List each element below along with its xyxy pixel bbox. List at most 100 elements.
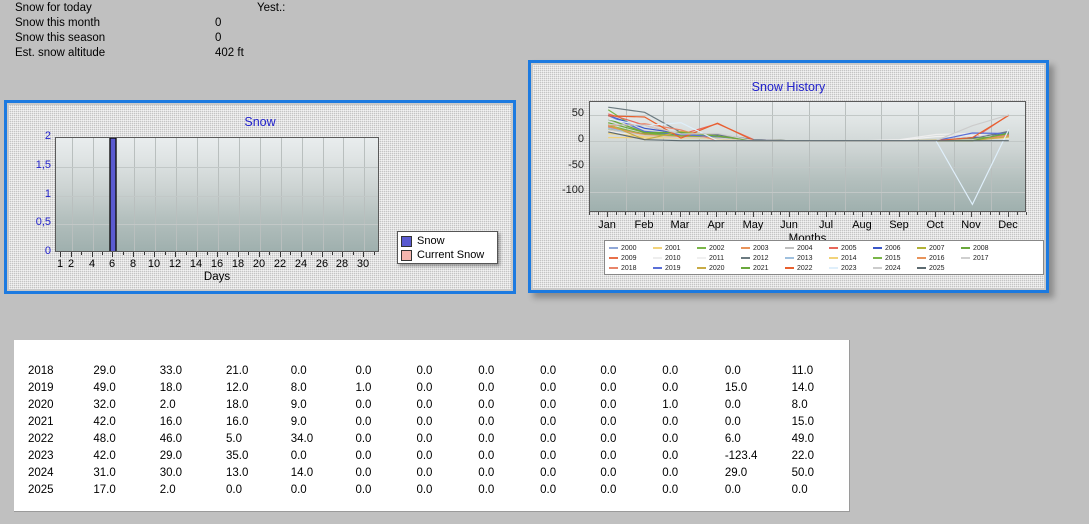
history-legend-label: 2020 (709, 264, 725, 272)
history-x-tick: Mar (670, 219, 690, 231)
table-cell-year: 2025 (28, 483, 54, 496)
history-legend-label: 2015 (885, 254, 901, 262)
table-cell-value: 0.0 (355, 398, 372, 411)
history-legend-item: 2019 (653, 263, 697, 273)
summary-value: 0 (215, 32, 222, 44)
history-legend-label: 2006 (885, 244, 901, 252)
history-legend-item: 2017 (961, 253, 1005, 263)
history-x-tick: Sep (889, 219, 909, 231)
table-cell-value: 2.0 (159, 398, 176, 411)
table-cell-value: 0.0 (478, 483, 495, 496)
legend-dash-icon (961, 257, 970, 259)
table-cell-year: 2021 (28, 415, 54, 428)
history-x-tick: Feb (634, 219, 654, 231)
table-row[interactable]: 2022 48.0 46.0 5.0 34.0 0.0 0.0 0.0 0.0 0.0 0.0 6.0… (14, 430, 850, 447)
table-cell-value: 42.0 (93, 449, 116, 462)
history-legend-item: 2013 (785, 253, 829, 263)
table-cell-value: 0.0 (662, 381, 679, 394)
history-legend-label: 2021 (753, 264, 769, 272)
history-y-tick: 50 (571, 107, 584, 119)
table-cell-value: 13.0 (226, 466, 249, 479)
history-legend-label: 2024 (885, 264, 901, 272)
legend-dash-icon (785, 247, 794, 249)
history-legend-label: 2002 (709, 244, 725, 252)
table-cell-value: 16.0 (226, 415, 249, 428)
table-cell-value: 0.0 (355, 432, 372, 445)
snow-summary-block: Snow for today Yest.: Snow this month 0 Snow… (0, 0, 560, 62)
table-row[interactable]: 2020 32.0 2.0 18.0 9.0 0.0 0.0 0.0 0.0 0.0 1.0 0.0 8… (14, 396, 850, 413)
legend-dash-icon (785, 257, 794, 259)
table-cell-value: 29.0 (724, 466, 748, 479)
snow-chart-panel: Snow 0 0,5 1 1,5 2 1 2 4 6 8 10 12 14 16 18 20 22 24 26 28… (4, 100, 516, 294)
table-cell-value: 29.0 (93, 364, 116, 377)
table-cell-value: 0.0 (662, 449, 679, 462)
snow-y-tick: 1 (44, 188, 51, 200)
history-x-tick: Jun (780, 219, 798, 231)
table-cell-value: 9.0 (290, 398, 307, 411)
legend-dash-icon (829, 257, 838, 259)
history-y-tick: 0 (577, 133, 584, 145)
table-cell-value: 0.0 (355, 483, 372, 496)
table-cell-value: 0.0 (478, 398, 495, 411)
table-cell-year: 2023 (28, 449, 54, 462)
table-cell-value: 0.0 (662, 432, 679, 445)
history-x-tick: May (742, 219, 764, 231)
table-row[interactable]: 2019 49.0 18.0 12.0 8.0 1.0 0.0 0.0 0.0 0.0 0.0 15.… (14, 379, 850, 396)
table-cell-value: 0.0 (416, 364, 433, 377)
table-cell-value: 8.0 (791, 398, 808, 411)
legend-dash-icon (741, 257, 750, 259)
table-row[interactable]: 2024 31.0 30.0 13.0 14.0 0.0 0.0 0.0 0.0 0.0 0.0 29… (14, 464, 850, 481)
summary-label: Snow for today (15, 2, 92, 14)
snow-chart-title: Snow (244, 115, 276, 129)
legend-swatch-icon (401, 249, 412, 261)
history-legend-label: 2010 (665, 254, 681, 262)
table-cell-value: 0.0 (540, 466, 557, 479)
table-row[interactable]: 2025 17.0 2.0 0.0 0.0 0.0 0.0 0.0 0.0 0.0 0.0 0.0 0.… (14, 481, 850, 498)
snow-y-tick: 0,5 (35, 216, 51, 228)
table-row[interactable]: 2023 42.0 29.0 35.0 0.0 0.0 0.0 0.0 0.0 0.0 0.0 -12… (14, 447, 850, 464)
table-cell-value: 0.0 (355, 364, 372, 377)
history-legend-item: 2010 (653, 253, 697, 263)
history-legend-label: 2000 (621, 244, 637, 252)
snow-legend-item: Snow (401, 234, 494, 248)
table-cell-value: 0.0 (600, 449, 617, 462)
table-cell-value: 15.0 (791, 415, 814, 428)
table-cell-value: 0.0 (226, 483, 242, 496)
table-cell-value: 0.0 (791, 483, 808, 496)
legend-dash-icon (873, 247, 882, 249)
table-cell-value: 0.0 (600, 415, 617, 428)
table-cell-value: 8.0 (290, 381, 307, 394)
history-legend-label: 2001 (665, 244, 681, 252)
history-plot-area (589, 101, 1026, 212)
table-cell-value: 0.0 (478, 415, 495, 428)
summary-value: 0 (215, 17, 222, 29)
snow-data-table[interactable]: 2018 29.0 33.0 21.0 0.0 0.0 0.0 0.0 0.0 0.0 0.0 0.0… (14, 340, 850, 512)
table-cell-value: 46.0 (159, 432, 183, 445)
history-legend-label: 2003 (753, 244, 769, 252)
history-x-tick: Jan (598, 219, 616, 231)
table-cell-value: 32.0 (93, 398, 116, 411)
history-x-tick: Aug (852, 219, 872, 231)
table-cell-value: 0.0 (724, 483, 741, 496)
table-cell-value: 0.0 (540, 364, 557, 377)
history-legend-item: 2015 (873, 253, 917, 263)
table-cell-value: 12.0 (226, 381, 249, 394)
history-y-tick: -100 (561, 184, 584, 196)
history-legend-item: 2016 (917, 253, 961, 263)
history-legend-label: 2004 (797, 244, 813, 252)
history-x-tick: Nov (961, 219, 981, 231)
table-cell-value: 18.0 (226, 398, 249, 411)
history-legend-label: 2023 (841, 264, 857, 272)
table-cell-value: 0.0 (416, 449, 433, 462)
table-row[interactable]: 2021 42.0 16.0 16.0 9.0 0.0 0.0 0.0 0.0 0.0 0.0 0.0… (14, 413, 850, 430)
table-cell-value: 9.0 (290, 415, 307, 428)
snow-legend-label: Current Snow (417, 249, 485, 261)
history-legend-label: 2009 (621, 254, 637, 262)
summary-label: Snow this season (15, 32, 106, 44)
legend-dash-icon (741, 247, 750, 249)
history-legend-item: 2006 (873, 243, 917, 253)
summary-label: Est. snow altitude (15, 47, 106, 59)
history-legend-item: 2018 (609, 263, 653, 273)
history-x-tick: Apr (707, 219, 725, 231)
table-row[interactable]: 2018 29.0 33.0 21.0 0.0 0.0 0.0 0.0 0.0 0.0 0.0 0.0… (14, 362, 850, 379)
